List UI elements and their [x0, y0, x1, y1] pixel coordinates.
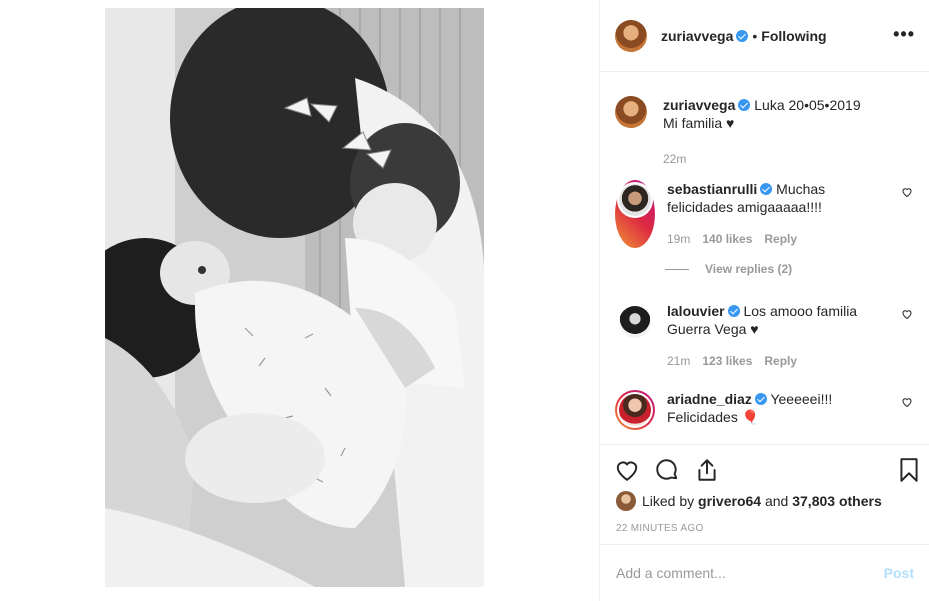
post-header: zuriavvega • Following ••• — [600, 0, 929, 72]
author-info: zuriavvega • Following — [661, 28, 827, 44]
comment-likes[interactable]: 123 likes — [702, 352, 752, 370]
comment-item: lalouvier Los amooo familia Guerra Vega … — [615, 302, 915, 370]
reply-button[interactable]: Reply — [764, 230, 797, 248]
more-options-icon[interactable]: ••• — [893, 24, 915, 45]
bookmark-icon[interactable] — [896, 457, 922, 483]
like-comment-heart-icon[interactable] — [901, 396, 913, 408]
author-username[interactable]: zuriavvega — [661, 28, 733, 44]
likes-summary: Liked by grivero64 and 37,803 others — [616, 491, 882, 511]
view-replies-label: View replies (2) — [705, 262, 793, 276]
caption-meta: 22m — [663, 150, 873, 168]
separator-dot: • — [752, 27, 758, 44]
caption-username[interactable]: zuriavvega — [663, 97, 735, 113]
share-icon[interactable] — [694, 457, 720, 483]
caption-avatar[interactable] — [615, 96, 647, 128]
comment-username[interactable]: lalouvier — [667, 303, 725, 319]
comment-text-2: felicidades amigaaaaa!!!! — [667, 199, 822, 215]
caption-body: zuriavvega Luka 20•05•2019 Mi familia ♥ … — [663, 96, 873, 168]
comment-text-1: Muchas — [776, 181, 826, 197]
caption: zuriavvega Luka 20•05•2019 Mi familia ♥ … — [615, 96, 915, 168]
commenter-avatar — [619, 394, 651, 426]
comment-meta: 19m 140 likes Reply — [667, 230, 877, 248]
like-comment-heart-icon[interactable] — [901, 186, 913, 198]
liker-username[interactable]: grivero64 — [698, 493, 761, 509]
photo-area — [0, 0, 599, 601]
comment-text-1: Yeeeeei!!! — [770, 391, 833, 407]
story-ring[interactable] — [615, 180, 655, 248]
verified-badge-icon — [727, 305, 740, 317]
story-ring[interactable] — [615, 390, 655, 430]
comment-text-1: Los amooo familia — [743, 303, 858, 319]
verified-badge-icon — [760, 183, 773, 195]
comment-time[interactable]: 21m — [667, 352, 690, 370]
liker-avatar[interactable] — [616, 491, 636, 511]
likes-prefix: Liked by — [642, 493, 695, 509]
comment-body: lalouvier Los amooo familia Guerra Vega … — [667, 302, 877, 370]
replies-divider-line — [665, 268, 689, 270]
comment-text-2: Guerra Vega ♥ — [667, 321, 759, 337]
comment-line-1: sebastianrulli Muchas — [667, 180, 877, 198]
comment-item: sebastianrulli Muchas felicidades amigaa… — [615, 180, 915, 248]
comment-line-1: ariadne_diaz Yeeeeei!!! — [667, 390, 877, 408]
commenter-avatar — [619, 184, 651, 216]
reply-button[interactable]: Reply — [764, 352, 797, 370]
comment-body: sebastianrulli Muchas felicidades amigaa… — [667, 180, 877, 248]
comment-item: ariadne_diaz Yeeeeei!!! Felicidades 🎈 — [615, 390, 915, 430]
family-photo-illustration — [105, 8, 484, 587]
caption-time[interactable]: 22m — [663, 150, 686, 168]
post-side-panel: zuriavvega • Following ••• zuriavvega Lu… — [599, 0, 929, 601]
likes-others[interactable]: 37,803 others — [792, 493, 882, 509]
post-actions: Liked by grivero64 and 37,803 others 22 … — [600, 444, 929, 544]
caption-line-1: zuriavvega Luka 20•05•2019 — [663, 96, 873, 114]
comment-text-2: Felicidades 🎈 — [667, 409, 760, 425]
following-button[interactable]: Following — [761, 28, 826, 44]
caption-text-2: Mi familia ♥ — [663, 115, 735, 131]
comment-body: ariadne_diaz Yeeeeei!!! Felicidades 🎈 — [667, 390, 877, 430]
likes-conjunction: and — [764, 493, 789, 509]
comment-username[interactable]: sebastianrulli — [667, 181, 757, 197]
view-replies-button[interactable]: View replies (2) — [665, 262, 792, 276]
add-comment-input[interactable]: Add a comment... — [616, 565, 726, 581]
commenter-avatar[interactable] — [619, 306, 651, 338]
post-comment-button[interactable]: Post — [884, 565, 914, 581]
author-avatar[interactable] — [615, 19, 647, 52]
comment-meta: 21m 123 likes Reply — [667, 352, 877, 370]
post-timestamp[interactable]: 22 MINUTES AGO — [616, 523, 704, 534]
like-comment-heart-icon[interactable] — [901, 308, 913, 320]
comment-line-1: lalouvier Los amooo familia — [667, 302, 877, 320]
verified-badge-icon — [736, 29, 749, 42]
caption-text-1: Luka 20•05•2019 — [754, 97, 861, 113]
verified-badge-icon — [754, 393, 767, 405]
comment-username[interactable]: ariadne_diaz — [667, 391, 752, 407]
like-heart-icon[interactable] — [614, 457, 640, 483]
add-comment-bar: Add a comment... Post — [600, 544, 929, 601]
comment-time[interactable]: 19m — [667, 230, 690, 248]
comments-list[interactable]: zuriavvega Luka 20•05•2019 Mi familia ♥ … — [600, 72, 929, 444]
verified-badge-icon — [738, 99, 751, 111]
post-photo[interactable] — [105, 8, 484, 587]
comment-bubble-icon[interactable] — [654, 457, 680, 483]
comment-likes[interactable]: 140 likes — [702, 230, 752, 248]
